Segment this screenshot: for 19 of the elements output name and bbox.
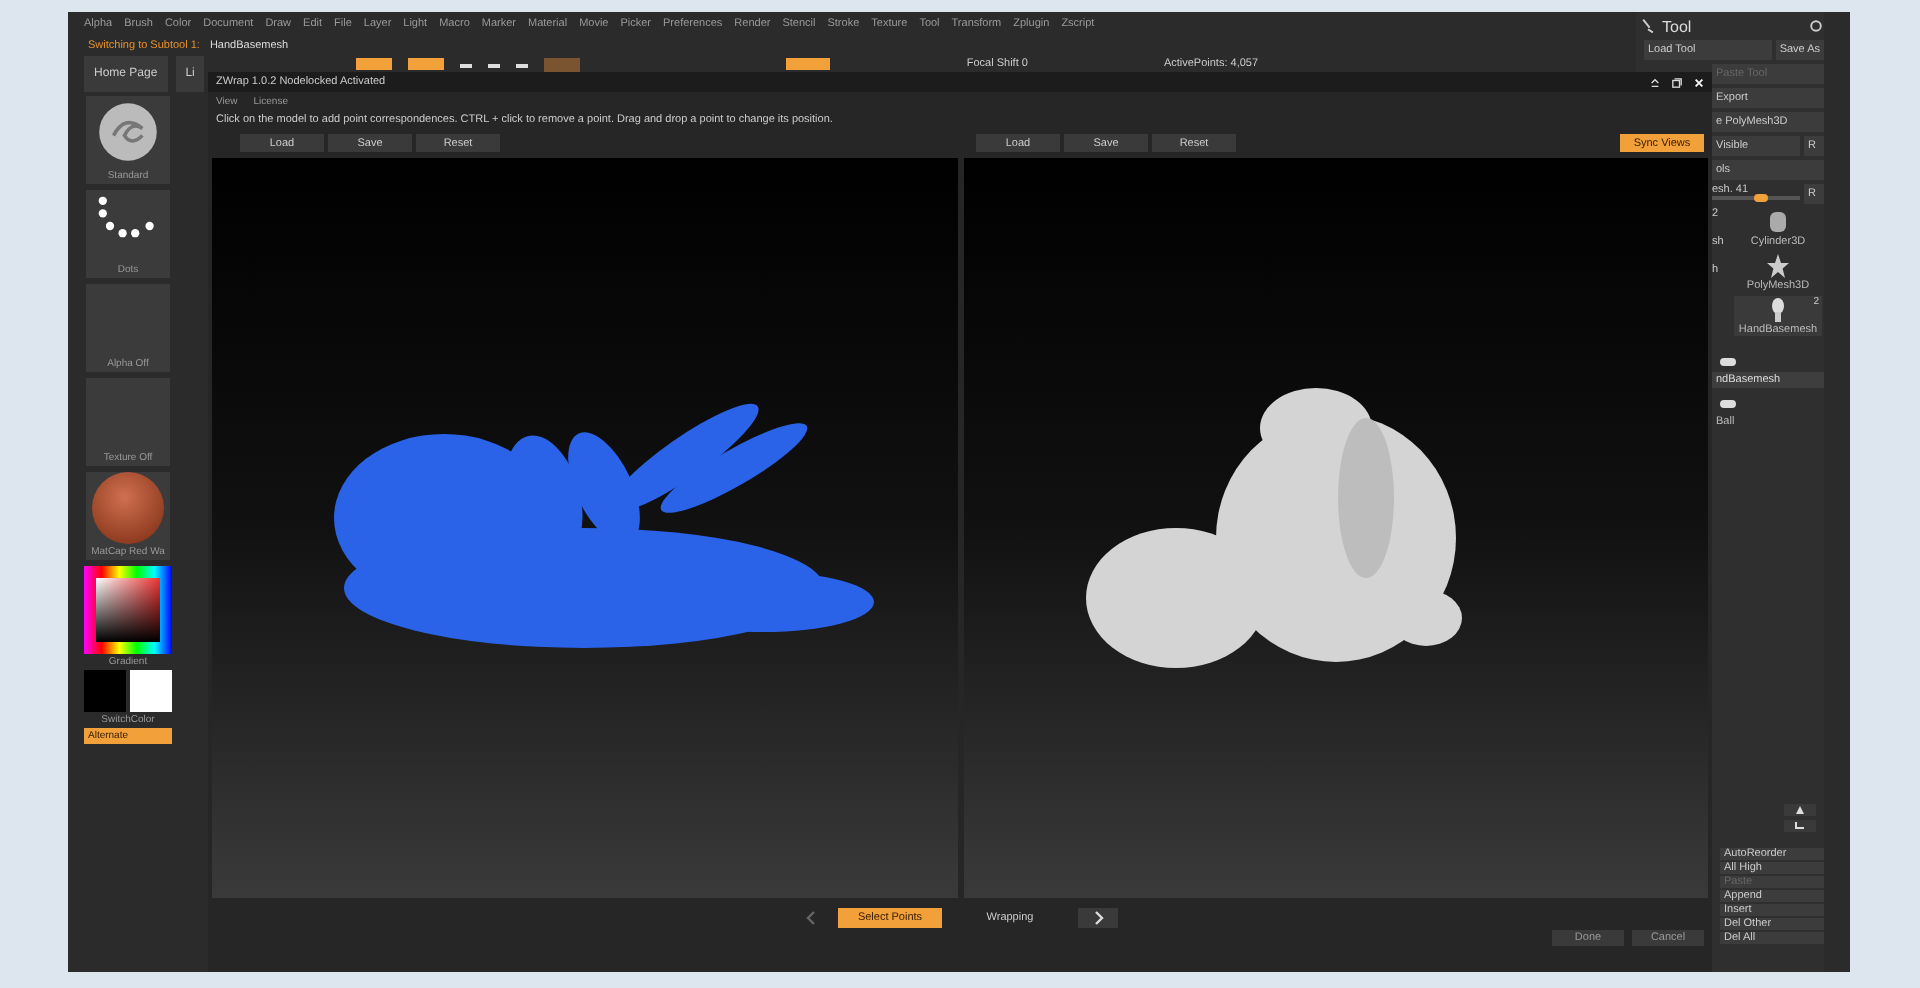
toolbar-button[interactable] [408, 58, 445, 70]
next-arrow-button[interactable] [1078, 908, 1118, 928]
panel-title: Tool [1662, 17, 1692, 35]
cylinder-icon [1766, 208, 1790, 236]
target-viewport[interactable] [963, 158, 1708, 898]
material-swatch[interactable] [544, 58, 581, 72]
minimize-icon[interactable] [1650, 77, 1660, 87]
toolbar-button[interactable] [356, 58, 393, 70]
restore-icon[interactable] [1672, 77, 1682, 87]
color-picker[interactable] [84, 566, 172, 654]
close-icon[interactable] [1694, 77, 1704, 87]
star-icon [1766, 252, 1790, 280]
material-sphere-icon [92, 472, 164, 544]
source-viewport[interactable] [212, 158, 957, 898]
color-swatches[interactable] [84, 670, 172, 712]
wrench-icon [1640, 18, 1656, 34]
toolbar-button[interactable] [786, 58, 831, 70]
visibility-toggle[interactable] [1720, 358, 1736, 366]
visibility-toggle[interactable] [1720, 400, 1736, 408]
